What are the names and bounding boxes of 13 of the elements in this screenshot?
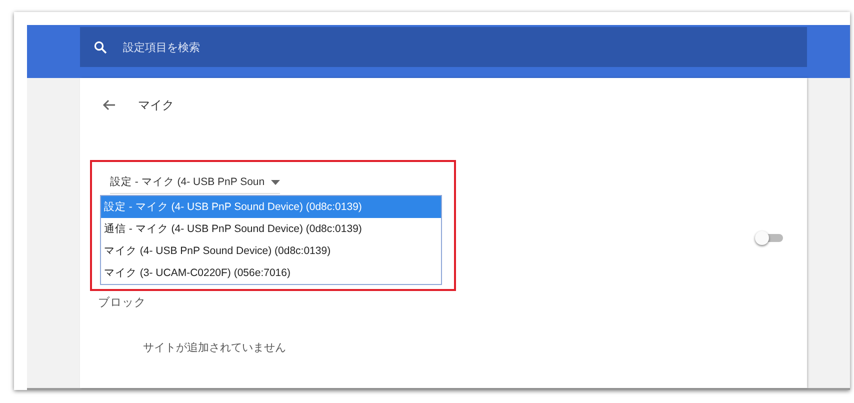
back-arrow-icon[interactable]: [102, 99, 116, 111]
search-icon: [94, 40, 107, 54]
caret-icon: [270, 180, 280, 184]
dropdown-option[interactable]: 設定 - マイク (4- USB PnP Sound Device) (0d8c:0139): [101, 196, 441, 218]
dropdown-option[interactable]: マイク (4- USB PnP Sound Device) (0d8c:0139): [101, 240, 441, 262]
dropdown-option[interactable]: 通信 - マイク (4- USB PnP Sound Device) (0d8c:0139): [101, 218, 441, 240]
empty-message: サイトが追加されていません: [143, 340, 286, 355]
search-field[interactable]: 設定項目を検索: [121, 40, 425, 54]
microphone-select[interactable]: 設定 - マイク (4- USB PnP Soun: [110, 175, 280, 194]
page-title: マイク: [138, 96, 174, 114]
toggle-switch[interactable]: [755, 231, 783, 245]
dropdown-option[interactable]: マイク (3- UCAM-C0220F) (056e:7016): [101, 262, 441, 284]
section-heading: ブロック: [98, 295, 146, 310]
